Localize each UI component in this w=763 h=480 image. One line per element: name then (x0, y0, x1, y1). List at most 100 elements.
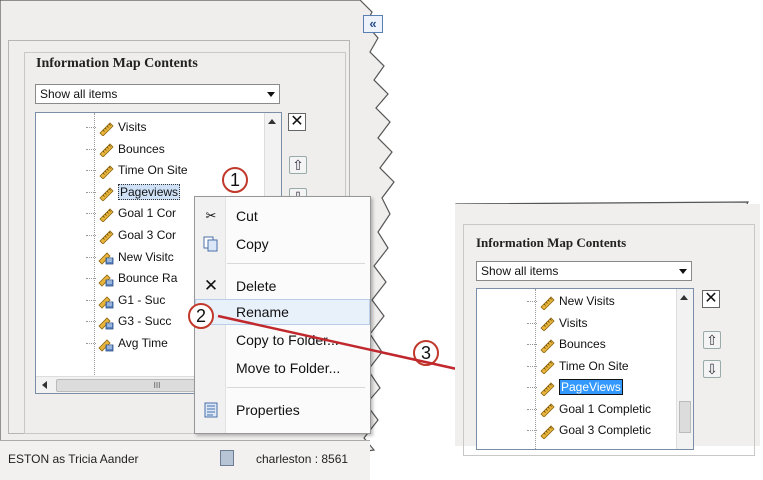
right-contents-tree[interactable]: New Visits Visits Bounces Time On Site PageV… (476, 288, 694, 450)
tree-connector (527, 344, 537, 345)
tree-item[interactable]: Visits (86, 119, 146, 135)
tree-connector (527, 365, 537, 367)
right-tree-vertical-scrollbar[interactable] (676, 289, 693, 449)
tree-item-label: PageViews (559, 379, 623, 395)
tree-item-label: Pageviews (118, 183, 181, 200)
context-menu: ✂ Cut Copy ✕ Delete Rename Copy to Folde… (194, 196, 371, 434)
right-contents-heading: Information Map Contents (476, 235, 627, 250)
tree-item-label: Goal 1 Completic (559, 401, 652, 416)
menu-separator (227, 387, 365, 388)
tree-item[interactable]: PageViews (527, 379, 623, 395)
status-server: charleston : 8561 (256, 452, 349, 466)
properties-icon (203, 402, 219, 418)
callout-step-2: 2 (188, 303, 214, 329)
tree-connector (86, 213, 96, 215)
tree-item[interactable]: Goal 3 Cor (86, 227, 176, 243)
tree-connector (527, 322, 537, 324)
measure-ruler-icon (98, 228, 114, 244)
tree-item[interactable]: Bounces (527, 336, 606, 352)
tree-connector (86, 170, 96, 172)
tree-connector (86, 278, 96, 280)
remove-item-button[interactable]: ✕ (288, 113, 306, 131)
tree-item[interactable]: Goal 1 Completic (527, 401, 651, 417)
tree-connector (86, 343, 96, 344)
menu-item-rename[interactable]: Rename (195, 299, 370, 325)
measure-ruler-icon (539, 401, 555, 417)
chevron-down-icon (679, 269, 687, 274)
scroll-thumb[interactable] (679, 401, 691, 433)
right-show-items-dropdown[interactable]: Show all items (476, 261, 692, 281)
tree-item-label: New Visits (559, 294, 615, 308)
tree-connector (86, 299, 96, 301)
right-move-down-button[interactable]: ⇩ (703, 360, 721, 378)
chevron-down-icon (267, 92, 275, 97)
tree-item[interactable]: Time On Site (86, 162, 188, 178)
calculated-measure-icon (98, 249, 114, 265)
tree-item[interactable]: Goal 3 Completic (527, 422, 651, 438)
tree-connector (86, 321, 96, 323)
tree-item-label: Time On Site (118, 163, 188, 178)
calculated-measure-icon (98, 293, 114, 309)
measure-ruler-icon (98, 141, 114, 157)
scroll-up-icon[interactable] (268, 119, 276, 124)
tree-connector (86, 148, 96, 150)
tree-connector (86, 235, 96, 236)
tree-item[interactable]: Goal 1 Cor (86, 205, 176, 221)
menu-item-copy[interactable]: Copy (195, 231, 370, 257)
menu-item-copy-to-folder[interactable]: Copy to Folder... (195, 327, 370, 353)
menu-item-properties-label: Properties (236, 402, 300, 418)
measure-ruler-icon (539, 337, 555, 353)
tree-connector (527, 387, 537, 388)
callout-step-1: 1 (222, 167, 248, 193)
show-items-dropdown[interactable]: Show all items (35, 84, 280, 104)
right-remove-item-button[interactable]: ✕ (702, 290, 720, 308)
menu-item-copy-label: Copy (236, 236, 269, 252)
tree-item[interactable]: Time On Site (527, 358, 629, 374)
tree-item[interactable]: Pageviews (86, 183, 181, 200)
tree-item-label: Visits (559, 315, 588, 330)
tree-item-label: Visits (118, 120, 147, 134)
copy-icon (203, 236, 219, 252)
menu-item-rename-label: Rename (236, 304, 289, 320)
tree-item[interactable]: New Visits (527, 293, 615, 309)
arrow-up-icon: ⇧ (706, 332, 718, 348)
menu-item-move-to-folder-label: Move to Folder... (236, 360, 341, 376)
tree-item-label: Time On Site (559, 358, 629, 373)
menu-item-copy-to-folder-label: Copy to Folder... (236, 332, 339, 348)
tree-item-label: Bounces (118, 141, 165, 156)
menu-item-delete-label: Delete (236, 278, 277, 294)
tree-item[interactable]: G3 - Succ (86, 313, 171, 329)
calculated-measure-icon (98, 314, 114, 330)
measure-ruler-icon (539, 380, 555, 396)
tree-item[interactable]: Visits (527, 315, 587, 331)
show-items-value: Show all items (40, 87, 118, 101)
scroll-left-icon[interactable] (42, 381, 47, 389)
tree-connector (527, 301, 537, 302)
measure-ruler-icon (98, 120, 114, 136)
tree-item[interactable]: G1 - Suc (86, 292, 165, 308)
right-show-items-value: Show all items (481, 264, 559, 278)
menu-item-delete[interactable]: ✕ Delete (195, 273, 370, 299)
tree-item[interactable]: Bounces (86, 141, 165, 157)
scroll-up-icon[interactable] (680, 295, 688, 300)
move-up-button[interactable]: ⇧ (289, 156, 307, 174)
right-move-up-button[interactable]: ⇧ (703, 331, 721, 349)
menu-item-cut[interactable]: ✂ Cut (195, 203, 370, 229)
menu-item-move-to-folder[interactable]: Move to Folder... (195, 355, 370, 381)
collapse-panel-button[interactable]: « (363, 15, 383, 33)
tree-connector (86, 256, 96, 258)
measure-ruler-icon (98, 163, 114, 179)
close-icon: ✕ (290, 113, 304, 130)
tree-item[interactable]: Bounce Ra (86, 270, 177, 286)
tree-item[interactable]: Avg Time (86, 335, 168, 351)
tree-item-label: Goal 1 Cor (118, 206, 177, 221)
tree-item[interactable]: New Visitc (86, 249, 174, 265)
tree-connector (86, 191, 96, 193)
calculated-measure-icon (98, 336, 114, 352)
menu-item-properties[interactable]: Properties (195, 397, 370, 423)
tree-item-label: Goal 3 Cor (118, 228, 177, 242)
callout-step-3: 3 (413, 340, 439, 366)
contents-heading: Information Map Contents (36, 56, 198, 71)
tree-item-label: Avg Time (118, 336, 168, 350)
measure-ruler-icon (539, 358, 555, 374)
